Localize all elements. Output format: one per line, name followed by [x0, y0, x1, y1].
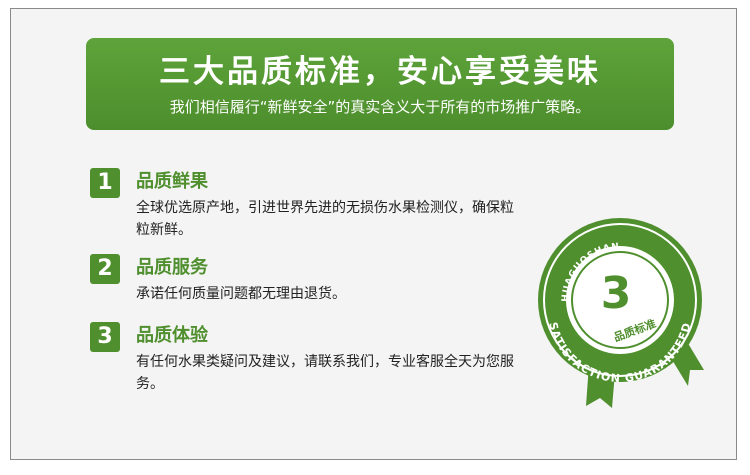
feature-title: 品质服务 [136, 257, 208, 278]
quality-seal-icon: HUAGUOSHAN SATISFACTION GUARANTEED 3 品质标… [538, 218, 704, 408]
feature-description: 全球优选原产地，引进世界先进的无损伤水果检测仪，确保粒粒新鲜。 [136, 200, 514, 238]
feature-description: 承诺任何质量问题都无理由退货。 [136, 286, 346, 302]
feature-title: 品质鲜果 [136, 171, 208, 192]
seal-number: 3 [601, 268, 632, 319]
number-badge: 3 [90, 322, 120, 352]
header-banner: 三大品质标准，安心享受美味 我们相信履行“新鲜安全”的真实含义大于所有的市场推广… [86, 38, 674, 130]
banner-subtitle: 我们相信履行“新鲜安全”的真实含义大于所有的市场推广策略。 [169, 98, 591, 116]
banner-title: 三大品质标准，安心享受美味 [159, 54, 601, 90]
feature-description: 有任何水果类疑问及建议，请联系我们，专业客服全天为您服务。 [136, 354, 514, 392]
number-badge: 2 [90, 254, 120, 284]
feature-title: 品质体验 [136, 325, 208, 346]
number-badge: 1 [90, 168, 120, 198]
